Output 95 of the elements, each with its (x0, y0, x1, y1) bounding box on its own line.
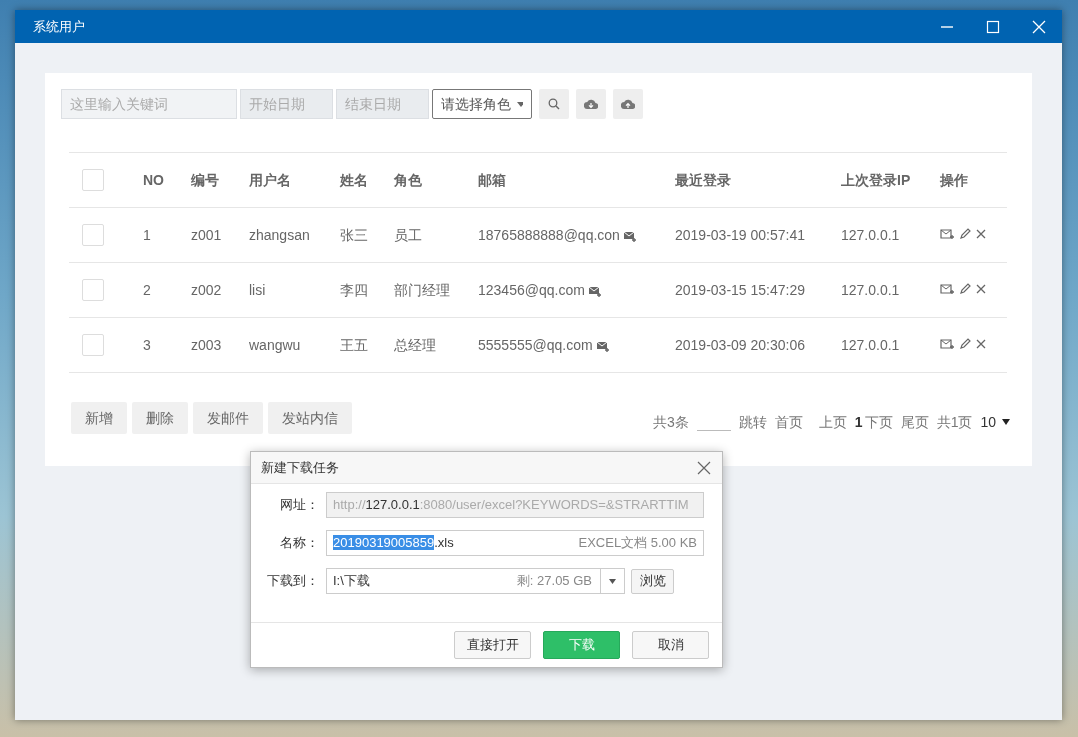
table-cell: 2019-03-19 00:57:41 (675, 226, 805, 243)
caret-icon (517, 101, 523, 107)
send-mail-icon[interactable] (595, 339, 609, 352)
prev-page-link[interactable]: 上页 (818, 411, 847, 433)
table-cell: 员工 (394, 226, 422, 243)
table-cell: 部门经理 (394, 281, 450, 298)
table-cell: lisi (249, 281, 266, 298)
table-cell: z003 (191, 336, 222, 353)
destination-path: I:\下载 (333, 572, 370, 591)
table-cell: 127.0.0.1 (841, 281, 900, 298)
table-cell: 2019-03-09 20:30:06 (675, 336, 805, 353)
dialog-title: 新建下载任务 (261, 458, 339, 477)
checkbox[interactable] (82, 224, 104, 246)
caret-icon (1002, 419, 1010, 425)
destination-label: 下载到： (266, 572, 319, 591)
caret-icon (609, 578, 616, 584)
dialog-button[interactable]: 直接打开 (454, 631, 531, 659)
cloud-download-icon (584, 99, 598, 109)
email-cell: 5555555@qq.com (478, 336, 593, 353)
first-page-link[interactable]: 首页 (774, 411, 803, 433)
table-cell: 总经理 (394, 336, 436, 353)
column-header: 上次登录IP (841, 171, 911, 188)
table-cell: 127.0.0.1 (841, 226, 900, 243)
jump-link[interactable]: 跳转 (738, 411, 767, 433)
table-cell: zhangsan (249, 226, 310, 243)
page-size-select[interactable]: 10 (980, 411, 1010, 433)
close-icon (697, 460, 711, 475)
column-header: 操作 (940, 171, 968, 188)
filename-text: 20190319005859.xls (333, 534, 454, 553)
file-info: EXCEL文档 5.00 KB (578, 534, 697, 553)
delete-icon[interactable] (976, 228, 986, 239)
filename-field[interactable]: 20190319005859.xls EXCEL文档 5.00 KB (326, 530, 704, 556)
search-icon (548, 98, 560, 110)
next-page-link[interactable]: 下页 (864, 411, 893, 433)
url-field[interactable]: http://127.0.0.1:8080/user/excel?KEYWORDS=&STRARTTIM (326, 492, 704, 518)
table-cell: z002 (191, 281, 222, 298)
mail-icon[interactable] (940, 282, 954, 295)
column-header: 角色 (394, 171, 422, 188)
name-label: 名称： (279, 534, 319, 553)
minimize-icon (940, 25, 954, 28)
checkbox[interactable] (82, 334, 104, 356)
edit-icon[interactable] (959, 227, 971, 240)
dialog-button[interactable]: 取消 (632, 631, 709, 659)
email-cell: 123456@qq.com (478, 281, 585, 298)
url-label: 网址： (279, 496, 319, 515)
end-date-field[interactable]: 结束日期 (336, 89, 429, 119)
mail-icon[interactable] (940, 227, 954, 240)
browse-button[interactable]: 浏览 (631, 568, 674, 594)
cloud-upload-icon (621, 99, 635, 109)
table-cell: 1 (143, 226, 151, 243)
current-page: 1 (854, 412, 863, 432)
column-header: 姓名 (340, 171, 368, 188)
start-date-field[interactable]: 开始日期 (240, 89, 333, 119)
total-count: 共3条 (653, 412, 689, 432)
free-space: 剩: 27.05 GB (516, 572, 592, 591)
close-icon (1032, 19, 1046, 34)
checkbox[interactable] (82, 169, 104, 191)
page-count: 共1页 (936, 412, 973, 432)
table-cell: 李四 (340, 281, 368, 298)
action-button[interactable]: 发站内信 (268, 402, 352, 434)
maximize-icon (986, 19, 1000, 34)
send-mail-icon[interactable] (587, 284, 601, 297)
table-cell: 2019-03-15 15:47:29 (675, 281, 805, 298)
edit-icon[interactable] (959, 282, 971, 295)
table-cell: 2 (143, 281, 151, 298)
cloud-download-button[interactable] (576, 89, 606, 119)
action-button[interactable]: 新增 (71, 402, 127, 434)
table-cell: wangwu (249, 336, 301, 353)
cloud-upload-button[interactable] (613, 89, 643, 119)
checkbox[interactable] (82, 279, 104, 301)
role-select[interactable]: 请选择角色 (432, 89, 532, 119)
search-button[interactable] (539, 89, 569, 119)
mail-icon[interactable] (940, 337, 954, 350)
table-cell: 3 (143, 336, 151, 353)
destination-select[interactable]: I:\下载 剩: 27.05 GB (326, 568, 625, 594)
table-cell: z001 (191, 226, 222, 243)
edit-icon[interactable] (959, 337, 971, 350)
column-header: 用户名 (249, 171, 291, 188)
table-cell: 127.0.0.1 (841, 336, 900, 353)
role-select-value: 请选择角色 (441, 94, 511, 114)
action-button[interactable]: 删除 (132, 402, 188, 434)
column-header: 邮箱 (478, 171, 506, 188)
action-button[interactable]: 发邮件 (193, 402, 263, 434)
email-cell: 18765888888@qq.con (478, 226, 620, 243)
column-header: 编号 (191, 171, 219, 188)
table-cell: 张三 (340, 226, 368, 243)
column-header: NO (143, 171, 164, 188)
keyword-field[interactable]: 这里输入关键词 (61, 89, 237, 119)
delete-icon[interactable] (976, 338, 986, 349)
delete-icon[interactable] (976, 283, 986, 294)
last-page-link[interactable]: 尾页 (900, 411, 929, 433)
column-header: 最近登录 (675, 171, 731, 188)
window-title: 系统用户 (33, 17, 86, 36)
send-mail-icon[interactable] (622, 229, 636, 242)
table-cell: 王五 (340, 336, 368, 353)
